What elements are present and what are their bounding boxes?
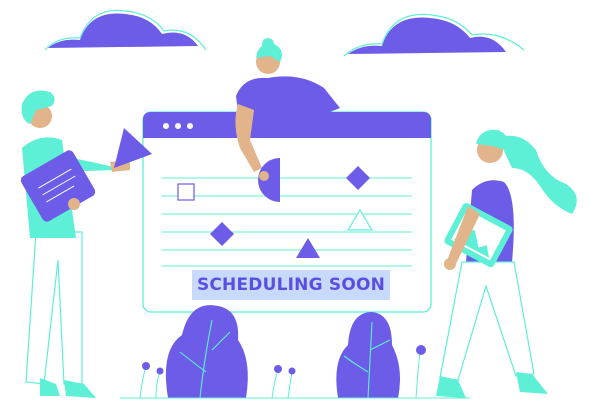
- person-right: [436, 129, 577, 398]
- bush-right: [336, 312, 400, 399]
- cloud-left: [44, 9, 207, 51]
- three-dots-icon: [163, 123, 193, 129]
- scheduling-soon-illustration: SCHEDULING SOON: [0, 0, 589, 412]
- illustration-svg: [20, 9, 577, 399]
- cloud-right: [343, 13, 525, 57]
- bush-left: [165, 305, 248, 399]
- person-left: [20, 90, 152, 398]
- square-outline-icon: [177, 183, 195, 201]
- scheduling-soon-banner: SCHEDULING SOON: [192, 270, 390, 300]
